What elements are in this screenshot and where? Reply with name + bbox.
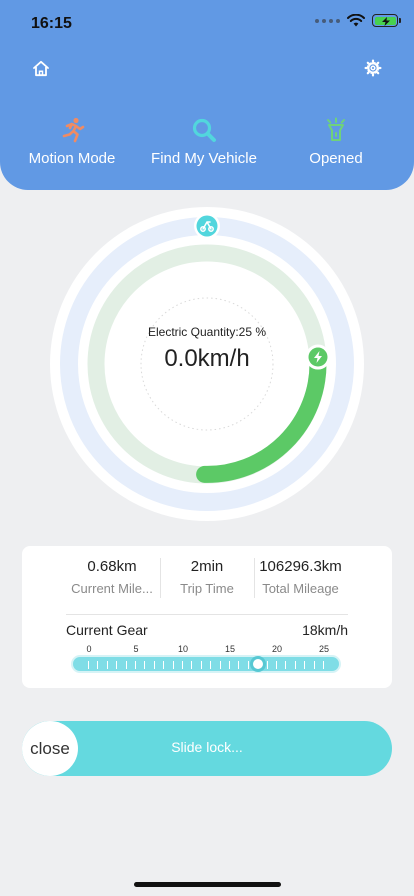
trip-time-stat: 2min Trip Time [162,558,252,596]
gear-slider-tick [247,661,249,669]
stat-divider [160,558,161,598]
gear-slider-tick [294,661,296,669]
gear-slider-track[interactable] [71,655,341,673]
total-mileage-stat: 106296.3km Total Mileage [252,558,349,596]
home-indicator [134,882,281,887]
gear-slider-tick [116,661,118,669]
gear-slider-tick [88,661,89,669]
total-mileage-value: 106296.3km [259,558,342,575]
gear-slider-tick [144,661,146,669]
gear-slider-tick [219,661,221,669]
battery-icon [372,14,401,27]
trip-time-value: 2min [190,558,224,575]
gear-slider-tick [200,661,202,669]
gear-slider-tick [182,661,183,669]
gear-slider-tick [229,661,230,669]
gear-slider-tick [153,661,155,669]
trip-time-caption: Trip Time [180,581,234,596]
cellular-signal-icon [315,18,340,23]
gear-slider-tick [191,661,193,669]
gear-speed-value: 18km/h [302,622,348,638]
motion-mode-button[interactable]: Motion Mode [2,116,142,167]
status-time: 16:15 [31,15,72,32]
gear-slider-tick [163,661,165,669]
slide-lock-knob[interactable]: close [22,721,78,776]
card-divider [66,614,348,615]
current-mileage-value: 0.68km [87,558,137,575]
home-icon [33,60,49,76]
scooter-marker [194,213,220,239]
gear-slider-tick [276,661,277,669]
gear-slider-tick [135,661,136,669]
gear-scale-label: 20 [271,644,283,654]
gear-slider-tick [125,661,127,669]
gear-icon [364,59,382,77]
running-person-icon [62,117,85,143]
motion-mode-label: Motion Mode [28,150,116,167]
gear-slider-tick [97,661,99,669]
current-mileage-stat: 0.68km Current Mile... [62,558,162,596]
gear-scale-label: 0 [86,644,92,654]
trip-stats-card: 0.68km Current Mile... 2min Trip Time 10… [22,546,392,688]
gear-scale-label: 5 [133,644,139,654]
search-icon [192,118,216,142]
total-mileage-caption: Total Mileage [262,581,339,596]
settings-button[interactable] [362,57,384,79]
flashlight-opened-button[interactable]: Opened [266,116,406,167]
flashlight-icon [327,117,345,141]
gear-slider-tick [106,661,108,669]
wifi-icon [347,14,365,27]
opened-label: Opened [309,150,363,167]
current-gear-title: Current Gear [66,622,148,638]
home-button[interactable] [30,57,52,79]
gear-slider-tick [285,661,287,669]
gear-slider-tick [304,661,306,669]
gear-scale-label: 10 [177,644,189,654]
gear-slider-tick [172,661,174,669]
gear-slider-tick [323,661,324,669]
electric-quantity-label: Electric Quantity:25 % [147,325,267,339]
find-my-vehicle-button[interactable]: Find My Vehicle [134,116,274,167]
gear-slider-tick [210,661,212,669]
gear-slider-tick [266,661,268,669]
gear-slider-thumb[interactable] [250,656,267,672]
current-speed: 0.0km/h [164,345,250,372]
current-mileage-caption: Current Mile... [71,581,153,596]
find-my-vehicle-label: Find My Vehicle [151,150,257,167]
gear-slider-tick [238,661,240,669]
gear-slider-tick [313,661,315,669]
gear-scale-label: 15 [224,644,236,654]
gear-scale-label: 25 [318,644,330,654]
status-icons [315,14,401,27]
